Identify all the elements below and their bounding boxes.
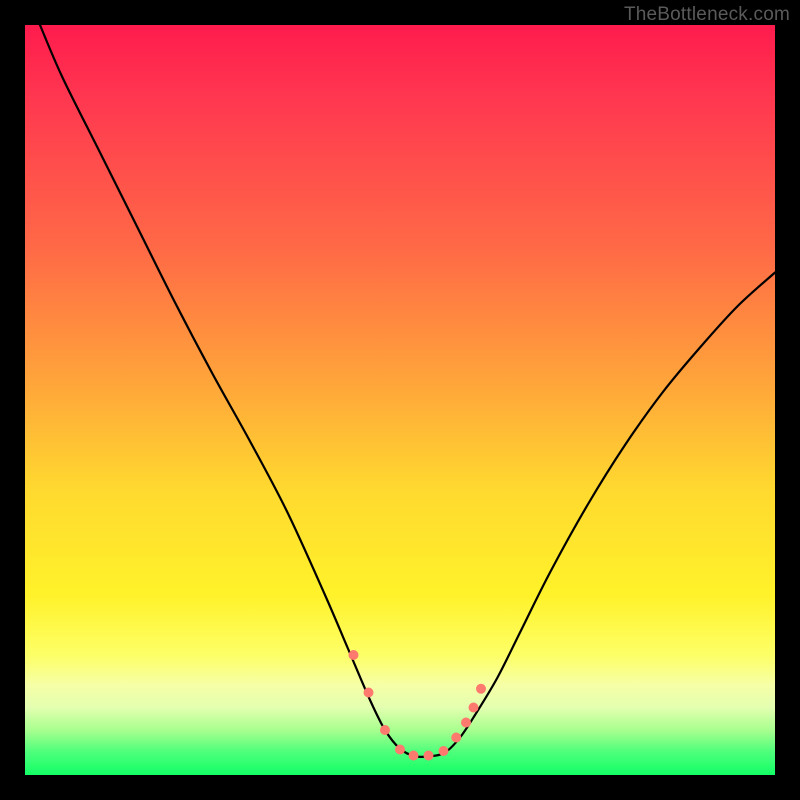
marker-point	[461, 718, 471, 728]
marker-point	[424, 751, 434, 761]
marker-point	[409, 751, 419, 761]
curve-line	[40, 25, 775, 757]
outer-frame: TheBottleneck.com	[0, 0, 800, 800]
plot-svg	[25, 25, 775, 775]
marker-point	[476, 684, 486, 694]
marker-point	[469, 703, 479, 713]
marker-point	[364, 688, 374, 698]
marker-point	[380, 725, 390, 735]
marker-point	[451, 733, 461, 743]
marker-group	[349, 650, 487, 761]
marker-point	[349, 650, 359, 660]
marker-point	[439, 746, 449, 756]
marker-point	[395, 745, 405, 755]
watermark-text: TheBottleneck.com	[624, 4, 790, 26]
